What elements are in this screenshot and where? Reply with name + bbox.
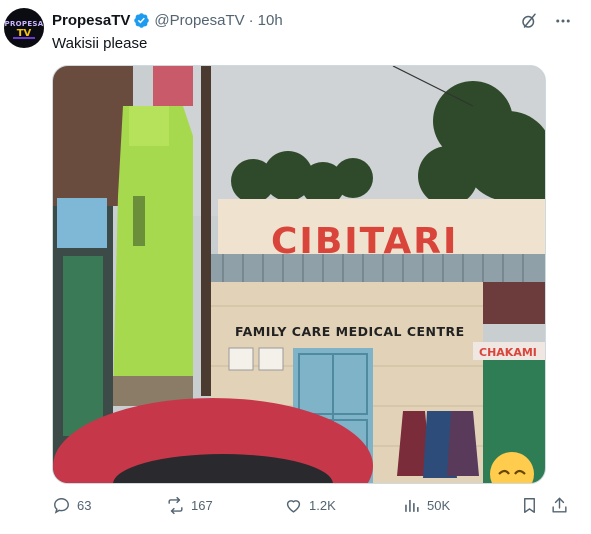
bookmark-button[interactable] xyxy=(520,496,539,515)
separator-dot: · xyxy=(248,11,254,29)
sign-clinic: FAMILY CARE MEDICAL CENTRE xyxy=(235,324,465,339)
verified-badge-icon xyxy=(134,12,150,28)
share-icon xyxy=(552,497,567,513)
tweet-header: PropesaTV @PropesaTV · 10h xyxy=(52,10,283,30)
share-button[interactable] xyxy=(550,496,569,515)
street-photo: CIBITARI FAMILY CARE MEDICAL CENTRE CHAK… xyxy=(53,66,545,483)
more-options-icon[interactable] xyxy=(553,11,573,31)
top-actions xyxy=(519,11,573,31)
tweet-text: Wakisii please xyxy=(52,35,148,52)
bookmark-icon xyxy=(524,498,535,513)
display-name[interactable]: PropesaTV xyxy=(52,12,130,29)
views-button[interactable]: 50K xyxy=(402,496,450,515)
sign-side: CHAKAMI xyxy=(479,346,537,359)
like-count: 1.2K xyxy=(309,498,336,513)
clothes-display xyxy=(397,411,479,478)
repost-count: 167 xyxy=(191,498,213,513)
repost-button[interactable]: 167 xyxy=(166,496,213,515)
avatar-logo-bar xyxy=(13,37,35,39)
like-icon xyxy=(286,500,301,513)
like-button[interactable]: 1.2K xyxy=(284,496,336,515)
tweet-actions: 63 167 1.2K 50K xyxy=(52,496,570,520)
avatar[interactable]: PROPESA TV xyxy=(4,8,44,48)
reply-icon xyxy=(54,498,69,514)
user-handle[interactable]: @PropesaTV xyxy=(154,12,244,29)
avatar-logo-text: PROPESA xyxy=(4,20,44,28)
repost-icon xyxy=(168,496,183,515)
timestamp[interactable]: 10h xyxy=(258,12,283,29)
views-icon xyxy=(405,499,419,512)
reply-button[interactable]: 63 xyxy=(52,496,91,515)
tweet-media-photo[interactable]: CIBITARI FAMILY CARE MEDICAL CENTRE CHAK… xyxy=(52,65,546,484)
views-count: 50K xyxy=(427,498,451,513)
tweet: PROPESA TV PropesaTV @PropesaTV · 10h Wa… xyxy=(0,0,591,534)
grok-icon[interactable] xyxy=(519,11,539,31)
reply-count: 63 xyxy=(77,498,92,513)
